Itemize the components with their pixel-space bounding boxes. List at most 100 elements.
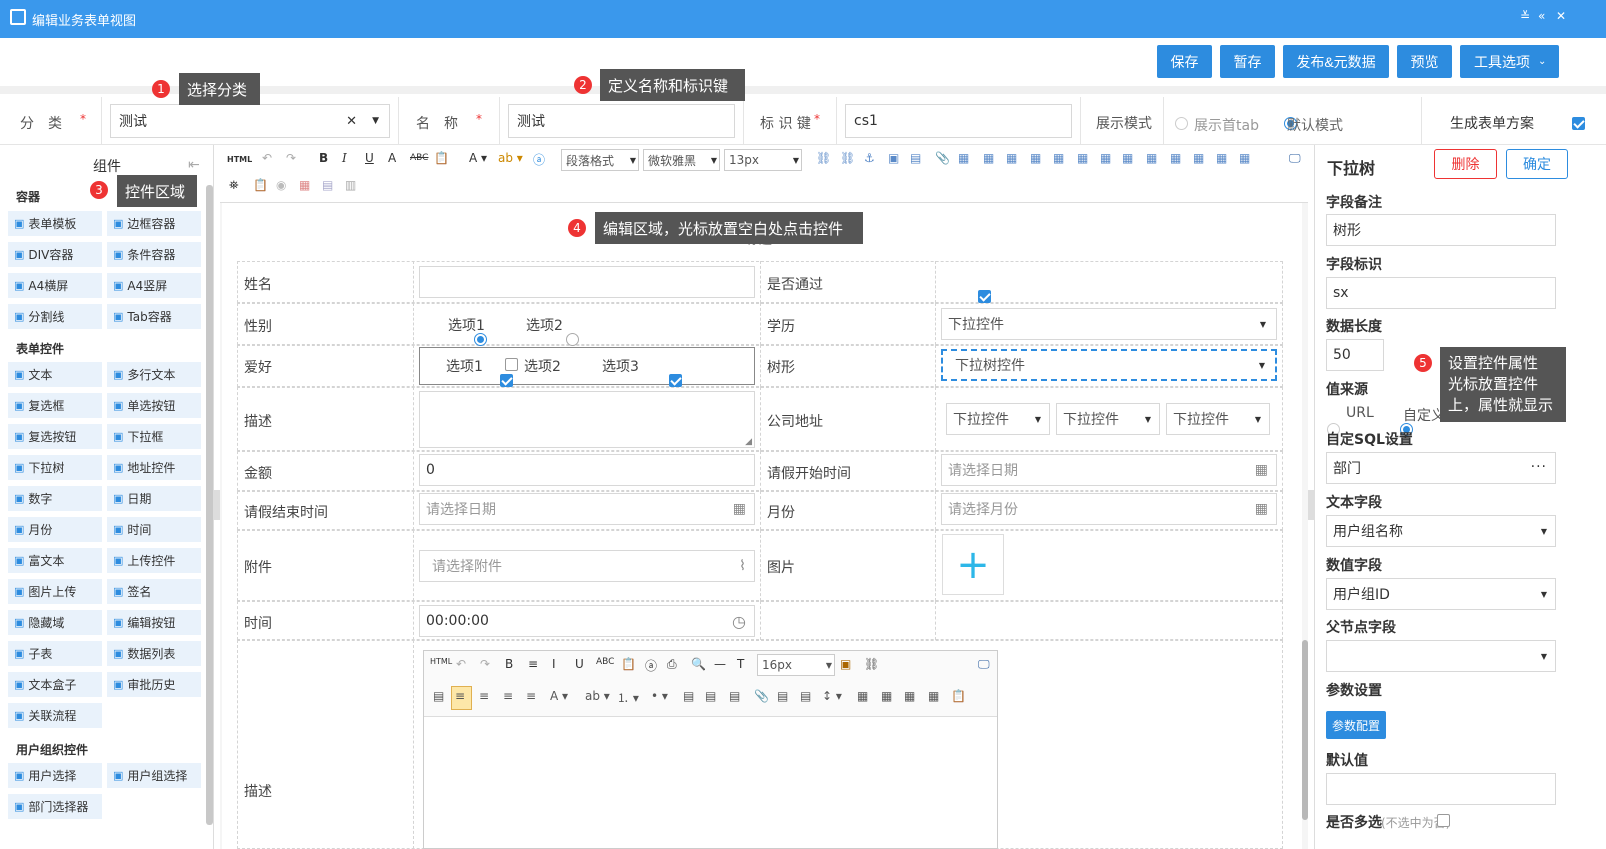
coin-icon[interactable]: ◉ bbox=[276, 178, 286, 192]
ordered-list-icon[interactable]: ⒈ ▾ bbox=[617, 689, 639, 706]
component-controls-0[interactable]: ▣ 文本 bbox=[8, 362, 102, 387]
font-select[interactable]: 微软雅黑 ▼ bbox=[643, 149, 720, 171]
desc-textarea[interactable]: ◢ bbox=[419, 391, 755, 448]
preview-button[interactable]: 预览 bbox=[1397, 45, 1452, 78]
component-controls-6[interactable]: ▣ 下拉树 bbox=[8, 455, 102, 480]
default-input[interactable] bbox=[1326, 773, 1556, 805]
grid2-icon[interactable]: ▦ bbox=[1146, 151, 1157, 165]
align-center-icon[interactable]: ≡ bbox=[503, 689, 513, 703]
editor-scrollbar[interactable] bbox=[1302, 640, 1308, 820]
page-icon[interactable]: ▥ bbox=[345, 178, 356, 192]
delete-button[interactable]: 删除 bbox=[1434, 149, 1497, 179]
hr-icon[interactable]: — bbox=[714, 657, 726, 671]
save-button[interactable]: 保存 bbox=[1157, 45, 1212, 78]
strike-icon[interactable]: ABC bbox=[596, 657, 614, 667]
grid3-icon[interactable]: ▦ bbox=[1170, 151, 1181, 165]
bold-icon[interactable]: B bbox=[505, 657, 513, 671]
grid5-icon[interactable]: ▦ bbox=[1216, 151, 1227, 165]
font-color-icon[interactable]: A ▾ bbox=[550, 689, 568, 703]
restore-icon[interactable]: ≚ bbox=[1520, 9, 1530, 23]
paste-icon[interactable]: 📋 bbox=[621, 657, 636, 671]
component-org-2[interactable]: ▣ 部门选择器 bbox=[8, 794, 102, 819]
indent-icon[interactable]: ≡ bbox=[528, 657, 538, 671]
justify-icon[interactable]: ≡ bbox=[526, 689, 536, 703]
redo-icon[interactable]: ↷ bbox=[480, 657, 490, 671]
highlight-icon[interactable]: ab ▾ bbox=[585, 689, 610, 703]
text-field-select[interactable]: 用户组名称 ▼ bbox=[1326, 515, 1556, 547]
component-containers-5[interactable]: ▣ A4竖屏 bbox=[107, 273, 201, 298]
clear-icon[interactable]: ✕ bbox=[346, 114, 357, 129]
format-icon[interactable]: A bbox=[388, 151, 396, 165]
hobby-checkbox-1[interactable] bbox=[500, 374, 514, 387]
rich-fontsize-select[interactable]: 16px ▼ bbox=[757, 654, 835, 676]
component-containers-4[interactable]: ▣ A4横屏 bbox=[8, 273, 102, 298]
html-icon[interactable]: HTML bbox=[227, 155, 252, 164]
component-controls-14[interactable]: ▣ 图片上传 bbox=[8, 579, 102, 604]
month-picker[interactable]: 请选择月份 ▦ bbox=[941, 493, 1277, 525]
insert-row-icon[interactable]: ▦ bbox=[881, 689, 892, 703]
insert-col-icon[interactable]: ▦ bbox=[1030, 151, 1041, 165]
grid6-icon[interactable]: ▦ bbox=[1239, 151, 1250, 165]
tree-select[interactable]: 下拉树控件 ▼ bbox=[941, 349, 1277, 381]
align-right-icon[interactable]: ≡ bbox=[479, 689, 489, 703]
img-right-icon[interactable]: ▤ bbox=[800, 689, 811, 703]
clear-format-icon[interactable]: ⓐ bbox=[533, 151, 545, 168]
parent-field-select[interactable]: ▼ bbox=[1326, 640, 1556, 672]
component-controls-4[interactable]: ▣ 复选按钮 bbox=[8, 424, 102, 449]
gen-scheme-checkbox[interactable] bbox=[1572, 117, 1586, 130]
indent-icon[interactable]: ▤ bbox=[705, 689, 716, 703]
paperclip-icon[interactable]: ⌇ bbox=[739, 558, 746, 574]
delete-col-icon[interactable]: ▦ bbox=[1053, 151, 1064, 165]
amount-field[interactable]: 0 bbox=[419, 454, 755, 486]
tools-button[interactable]: 工具选项 ⌄ bbox=[1460, 45, 1559, 78]
component-controls-15[interactable]: ▣ 签名 bbox=[107, 579, 201, 604]
component-controls-20[interactable]: ▣ 文本盒子 bbox=[8, 672, 102, 697]
address-select-1[interactable]: 下拉控件 ▼ bbox=[946, 403, 1050, 435]
component-controls-22[interactable]: ▣ 关联流程 bbox=[8, 703, 102, 728]
strike-icon[interactable]: ABC bbox=[410, 153, 428, 163]
sql-input[interactable]: 部门 ··· bbox=[1326, 452, 1556, 484]
time-field[interactable]: 00:00:00 ◷ bbox=[419, 605, 755, 637]
split-cell-icon[interactable]: ▦ bbox=[1077, 151, 1088, 165]
media-icon[interactable]: ▤ bbox=[910, 151, 921, 165]
image-icon[interactable]: ▣ bbox=[840, 657, 851, 671]
subscript-icon[interactable]: T bbox=[737, 657, 744, 671]
search-icon[interactable]: 🔍 bbox=[691, 657, 706, 671]
key-input[interactable]: cs1 bbox=[845, 104, 1072, 138]
component-controls-21[interactable]: ▣ 审批历史 bbox=[107, 672, 201, 697]
component-controls-12[interactable]: ▣ 富文本 bbox=[8, 548, 102, 573]
component-controls-17[interactable]: ▣ 编辑按钮 bbox=[107, 610, 201, 635]
fullscreen-icon[interactable]: 🖵 bbox=[978, 657, 990, 672]
table-icon[interactable]: ▦ bbox=[857, 689, 868, 703]
component-controls-13[interactable]: ▣ 上传控件 bbox=[107, 548, 201, 573]
fontsize-select[interactable]: 13px ▼ bbox=[724, 149, 802, 171]
italic-icon[interactable]: I bbox=[552, 657, 556, 671]
unlink-icon[interactable]: ⛓ bbox=[840, 151, 855, 165]
anchor-icon[interactable]: ⚓ bbox=[864, 151, 875, 165]
component-containers-6[interactable]: ▣ 分割线 bbox=[8, 304, 102, 329]
highlight-icon[interactable]: ab ▾ bbox=[498, 151, 523, 165]
component-controls-18[interactable]: ▣ 子表 bbox=[8, 641, 102, 666]
calendar-icon[interactable]: ▦ bbox=[1255, 462, 1268, 478]
length-input[interactable]: 50 bbox=[1326, 339, 1384, 371]
font-color-icon[interactable]: A ▾ bbox=[469, 151, 487, 165]
merge-icon[interactable]: ▦ bbox=[1100, 151, 1111, 165]
underline-icon[interactable]: U bbox=[575, 657, 584, 671]
component-containers-2[interactable]: ▣ DIV容器 bbox=[8, 242, 102, 267]
outdent-icon[interactable]: ▤ bbox=[683, 689, 694, 703]
calendar-icon[interactable]: ▦ bbox=[733, 501, 746, 517]
confirm-button[interactable]: 确定 bbox=[1506, 149, 1568, 179]
component-controls-11[interactable]: ▣ 时间 bbox=[107, 517, 201, 542]
find-icon[interactable]: ⛯ bbox=[229, 178, 239, 193]
collapse-icon[interactable]: « bbox=[1538, 9, 1545, 23]
link-icon[interactable]: ⛓ bbox=[864, 657, 879, 671]
component-controls-5[interactable]: ▣ 下拉框 bbox=[107, 424, 201, 449]
merge-icon[interactable]: ▦ bbox=[904, 689, 915, 703]
page-icon[interactable]: ▤ bbox=[433, 689, 444, 703]
component-org-0[interactable]: ▣ 用户选择 bbox=[8, 763, 102, 788]
component-controls-9[interactable]: ▣ 日期 bbox=[107, 486, 201, 511]
left-scrollbar[interactable] bbox=[206, 185, 213, 825]
align-left-icon[interactable]: ≡ bbox=[455, 689, 465, 703]
component-controls-19[interactable]: ▣ 数据列表 bbox=[107, 641, 201, 666]
hobby-checkbox-3[interactable] bbox=[669, 374, 683, 387]
